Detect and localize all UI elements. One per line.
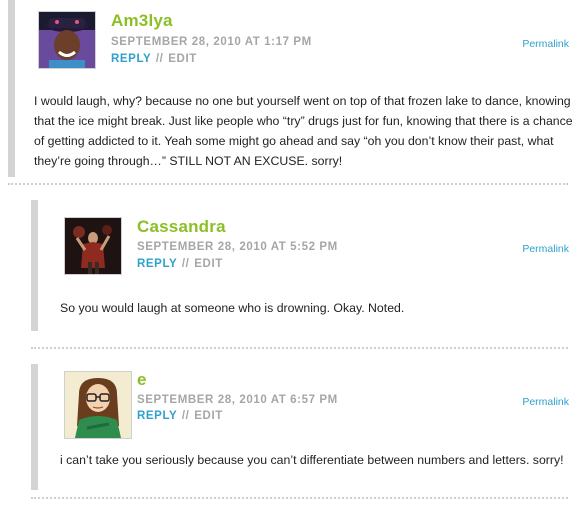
avatar[interactable]	[38, 11, 96, 69]
comment-text: i can’t take you seriously because you c…	[60, 453, 564, 467]
comment-thread-bar	[31, 364, 38, 490]
comment-text: So you would laugh at someone who is dro…	[60, 301, 405, 315]
avatar[interactable]	[64, 217, 122, 275]
edit-link[interactable]: EDIT	[168, 53, 197, 65]
user-photo-icon	[39, 12, 95, 68]
comment-date[interactable]: SEPTEMBER 28, 2010 AT 5:52 PM	[137, 241, 338, 253]
reply-link[interactable]: REPLY	[137, 410, 177, 422]
permalink-link[interactable]: Permalink	[522, 38, 569, 50]
cartoon-avatar-icon	[65, 372, 131, 438]
permalink-link[interactable]: Permalink	[522, 243, 569, 255]
comment-thread-bar	[8, 0, 15, 177]
comment-actions: REPLY // EDIT	[137, 258, 223, 270]
comment-divider	[8, 183, 568, 185]
comment-actions: REPLY // EDIT	[111, 53, 197, 65]
permalink-link[interactable]: Permalink	[522, 396, 569, 408]
comment-divider	[31, 347, 568, 349]
comment-cassandra: Cassandra SEPTEMBER 28, 2010 AT 5:52 PM …	[0, 200, 587, 340]
comment-divider	[31, 497, 568, 499]
comment-author[interactable]: Am3lya	[111, 11, 173, 31]
comment-e: e SEPTEMBER 28, 2010 AT 6:57 PM REPLY //…	[0, 364, 587, 504]
reply-link[interactable]: REPLY	[137, 258, 177, 270]
action-separator: //	[181, 258, 190, 270]
avatar[interactable]	[64, 371, 132, 439]
comment-author[interactable]: e	[137, 370, 147, 390]
edit-link[interactable]: EDIT	[194, 258, 223, 270]
comment-actions: REPLY // EDIT	[137, 410, 223, 422]
comment-date[interactable]: SEPTEMBER 28, 2010 AT 1:17 PM	[111, 36, 312, 48]
comment-am3lya: Am3lya SEPTEMBER 28, 2010 AT 1:17 PM REP…	[0, 0, 587, 180]
comment-date[interactable]: SEPTEMBER 28, 2010 AT 6:57 PM	[137, 394, 338, 406]
comment-author[interactable]: Cassandra	[137, 217, 226, 237]
edit-link[interactable]: EDIT	[194, 410, 223, 422]
comment-text: I would laugh, why? because no one but y…	[34, 94, 573, 168]
reply-link[interactable]: REPLY	[111, 53, 151, 65]
comment-thread-bar	[31, 200, 38, 331]
action-separator: //	[181, 410, 190, 422]
user-photo-icon	[65, 218, 121, 274]
action-separator: //	[155, 53, 164, 65]
